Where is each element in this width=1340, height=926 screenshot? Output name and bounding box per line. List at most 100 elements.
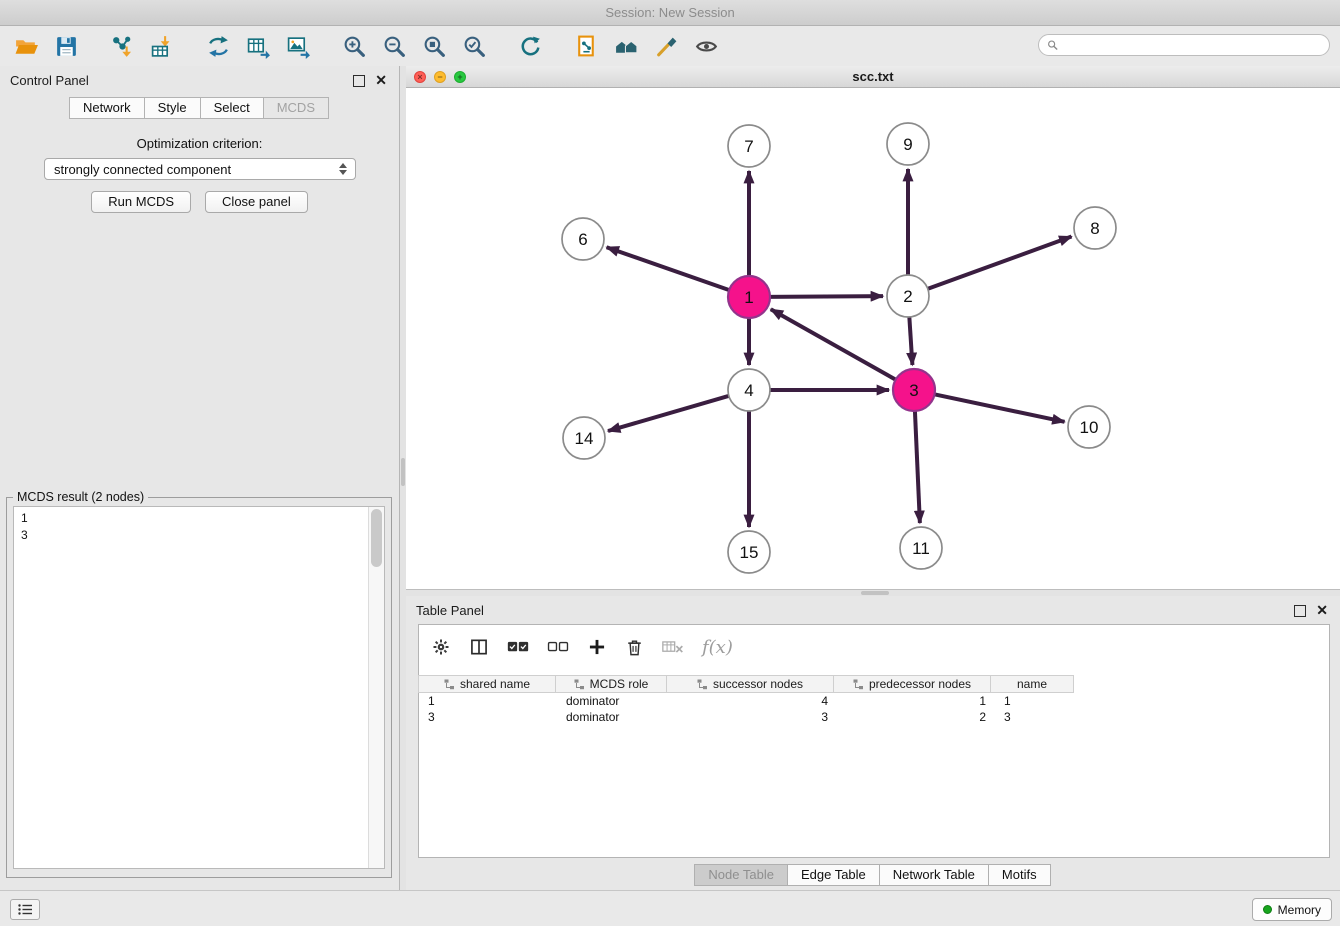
mcds-result-line: 1 [21,510,361,527]
main-toolbar [0,27,1340,66]
close-panel-button[interactable]: Close panel [205,191,308,213]
graph-edge-4-14[interactable] [608,395,731,431]
window-zoom-icon[interactable]: + [454,71,466,83]
tab-edge-table[interactable]: Edge Table [787,864,880,886]
deselect-all-button[interactable] [547,639,569,655]
graph-edge-3-1[interactable] [771,309,898,380]
graph-edge-2-8[interactable] [926,237,1072,290]
zoom-out-icon [382,34,407,59]
table-toolbar: f(x) [419,625,1329,669]
graph-node-label: 4 [744,381,753,400]
save-session-button[interactable] [46,30,86,64]
graph-node-label: 1 [744,288,753,307]
network-window-titlebar: scc.txt × − + [406,66,1340,88]
eye-icon [694,34,719,59]
mcds-result-box: 13 [13,506,385,869]
graph-edge-2-3[interactable] [909,315,912,365]
home-layout-button[interactable] [606,30,646,64]
column-settings-button[interactable] [431,637,451,657]
function-builder-button[interactable]: f(x) [702,637,733,658]
refresh-view-button[interactable] [510,30,550,64]
window-minimize-icon[interactable]: − [434,71,446,83]
table-row[interactable]: 3dominator323 [419,709,1329,725]
add-row-button[interactable] [587,637,607,657]
tab-node-table[interactable]: Node Table [694,864,788,886]
status-menu-button[interactable] [10,899,40,920]
column-header-successor-nodes[interactable]: successor nodes [666,675,834,693]
table-header-row: shared name MCDS role successor nodes pr… [419,675,1074,693]
table-cell: 3 [669,709,837,725]
import-table-button[interactable] [142,30,182,64]
zoom-fit-button[interactable] [414,30,454,64]
mcds-result-line: 3 [21,527,361,544]
table-cell: 3 [995,709,1079,725]
memory-status-icon [1263,905,1272,914]
plus-icon [587,637,607,657]
paint-style-button[interactable] [646,30,686,64]
table-cell: dominator [557,709,669,725]
sort-tree-icon [697,679,708,690]
result-scrollbar[interactable] [368,507,384,868]
tab-network[interactable]: Network [69,97,145,119]
close-panel-icon[interactable]: ✕ [375,72,387,88]
import-network-button[interactable] [102,30,142,64]
criterion-dropdown[interactable]: strongly connected component [44,158,356,180]
image-arrow-icon [286,34,311,59]
vertical-splitter-grip[interactable] [401,458,405,486]
titlebar: Session: New Session [0,0,1340,26]
table-panel: Table Panel ✕ [406,596,1340,890]
network-canvas[interactable]: 7968124314101511 [406,88,1338,588]
tab-select[interactable]: Select [200,97,264,119]
graph-edge-1-2[interactable] [768,296,883,297]
split-columns-button[interactable] [469,637,489,657]
graph-edge-3-10[interactable] [933,394,1065,422]
zoom-out-button[interactable] [374,30,414,64]
folder-open-icon [14,34,39,59]
share-document-button[interactable] [566,30,606,64]
tab-style[interactable]: Style [144,97,201,119]
control-panel: Control Panel ✕ Network Style Select MCD… [0,66,400,890]
result-scrollbar-thumb[interactable] [371,509,382,567]
deselect-all-icon [547,639,569,655]
close-table-panel-icon[interactable]: ✕ [1316,602,1328,618]
list-menu-icon [18,904,33,915]
save-icon [54,34,79,59]
tab-motifs[interactable]: Motifs [988,864,1051,886]
search-box[interactable] [1038,34,1330,56]
column-header-predecessor-nodes[interactable]: predecessor nodes [833,675,991,693]
column-header-shared-name[interactable]: shared name [418,675,556,693]
float-panel-icon[interactable] [353,75,365,87]
export-image-button[interactable] [278,30,318,64]
tab-network-table[interactable]: Network Table [879,864,989,886]
tab-mcds[interactable]: MCDS [263,97,329,119]
window-close-icon[interactable]: × [414,71,426,83]
horizontal-splitter-grip[interactable] [861,591,889,595]
run-mcds-button[interactable]: Run MCDS [91,191,191,213]
graph-edge-3-11[interactable] [915,409,920,523]
search-input[interactable] [1063,37,1321,53]
table-panel-title: Table Panel [416,603,484,618]
show-hide-button[interactable] [686,30,726,64]
memory-button[interactable]: Memory [1252,898,1332,921]
refresh-icon [518,34,543,59]
memory-label: Memory [1278,903,1321,917]
delete-row-button[interactable] [625,638,644,657]
sort-tree-icon [444,679,455,690]
zoom-selected-button[interactable] [454,30,494,64]
float-table-panel-icon[interactable] [1294,605,1306,617]
optimization-criterion-label: Optimization criterion: [0,136,399,151]
column-header-mcds-role[interactable]: MCDS role [555,675,667,693]
graph-node-label: 15 [740,543,759,562]
open-file-button[interactable] [6,30,46,64]
zoom-in-button[interactable] [334,30,374,64]
delete-table-button[interactable] [662,639,684,655]
new-network-button[interactable] [198,30,238,64]
graph-edge-1-6[interactable] [607,247,731,290]
sort-tree-icon [853,679,864,690]
sort-tree-icon [574,679,585,690]
table-cell: 1 [419,693,557,709]
select-all-button[interactable] [507,639,529,655]
table-row[interactable]: 1dominator411 [419,693,1329,709]
column-header-name[interactable]: name [990,675,1074,693]
export-table-button[interactable] [238,30,278,64]
